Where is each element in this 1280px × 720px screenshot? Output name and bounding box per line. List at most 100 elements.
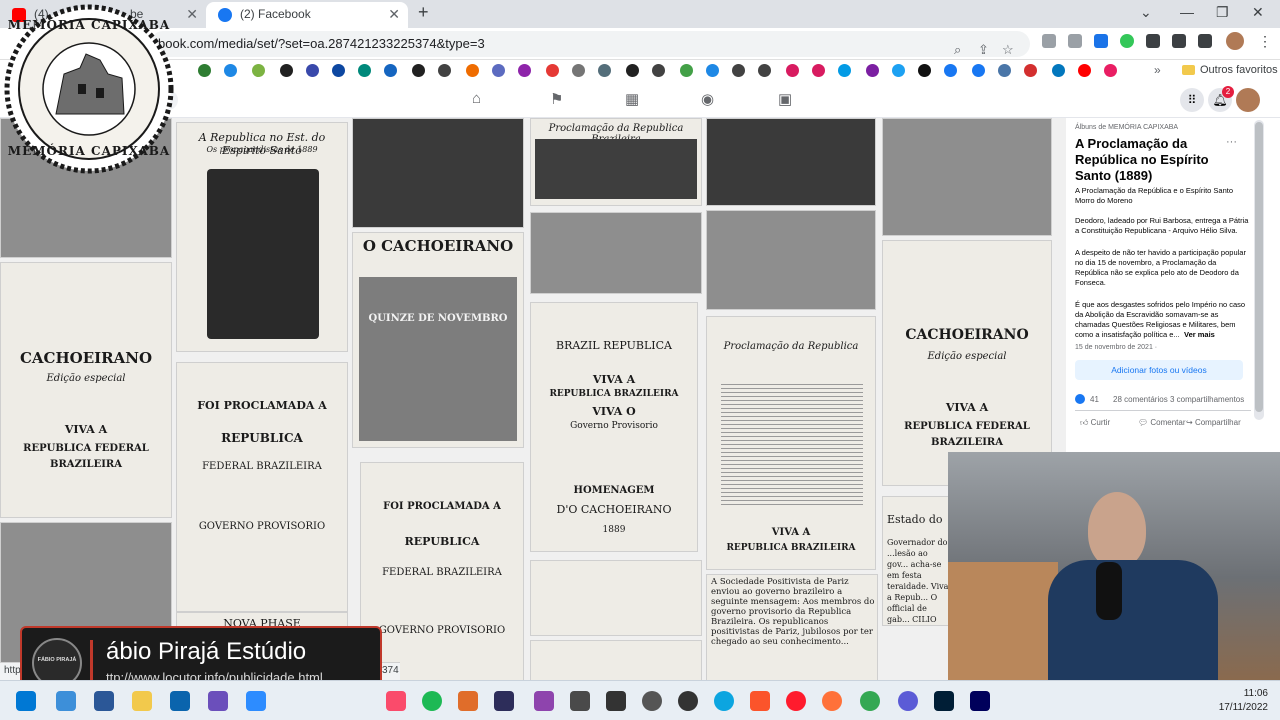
avatar[interactable] (1236, 88, 1260, 112)
menu-icon[interactable]: ⋮ (1258, 34, 1272, 48)
album-photo[interactable]: FOI PROCLAMADA A REPUBLICA FEDERAL BRAZI… (176, 362, 348, 612)
obs-icon[interactable] (678, 691, 698, 711)
facebook-icon[interactable] (944, 64, 957, 77)
panel-scrollbar[interactable] (1254, 120, 1264, 420)
share-button[interactable]: ↪ Compartilhar (1186, 418, 1241, 427)
bookmark-icon[interactable] (412, 64, 425, 77)
profile-avatar[interactable] (1226, 32, 1244, 50)
bookmark-icon[interactable] (280, 64, 293, 77)
bookmark-icon[interactable] (626, 64, 639, 77)
see-more-link[interactable]: Ver mais (1184, 330, 1215, 339)
album-photo[interactable]: Proclamação da Republica VIVA A REPUBLIC… (706, 316, 876, 570)
windows-icon[interactable] (16, 691, 36, 711)
maximize-icon[interactable]: ❐ (1216, 4, 1229, 21)
album-photo[interactable] (882, 118, 1052, 236)
bookmark-icon[interactable] (252, 64, 265, 77)
twitter-icon[interactable] (892, 64, 905, 77)
tool-icon[interactable] (606, 691, 626, 711)
reaction-count[interactable]: 41 (1090, 395, 1099, 404)
bookmark-icon[interactable] (332, 64, 345, 77)
itunes-icon[interactable] (386, 691, 406, 711)
vk-icon[interactable] (998, 64, 1011, 77)
edge-icon[interactable] (714, 691, 734, 711)
new-tab-button[interactable]: + (418, 2, 429, 23)
share-count[interactable]: 3 compartilhamentos (1170, 395, 1244, 404)
window-close-icon[interactable]: ✕ (1252, 4, 1264, 21)
chrome-icon[interactable] (860, 691, 880, 711)
extension-icon[interactable] (1120, 34, 1134, 48)
flag-icon[interactable]: ⚑ (550, 90, 563, 108)
tiktok-icon[interactable] (918, 64, 931, 77)
album-photo[interactable] (530, 212, 702, 294)
scrollbar-thumb[interactable] (1255, 122, 1263, 412)
close-icon[interactable]: ✕ (388, 2, 400, 26)
folder-icon[interactable] (132, 691, 152, 711)
puzzle-icon[interactable] (1146, 34, 1160, 48)
extension-icon[interactable] (1094, 34, 1108, 48)
bookmark-icon[interactable] (438, 64, 451, 77)
bookmark-icon[interactable] (198, 64, 211, 77)
youtube-icon[interactable] (1078, 64, 1091, 77)
close-icon[interactable]: ✕ (186, 2, 198, 26)
album-photo[interactable]: CACHOEIRANO Edição especial VIVA A REPUB… (0, 262, 172, 518)
minimize-icon[interactable]: — (1180, 4, 1194, 20)
album-photo[interactable] (530, 560, 702, 636)
bookmark-icon[interactable] (1024, 64, 1037, 77)
bookmarks-overflow-icon[interactable]: » (1154, 63, 1161, 77)
instagram-icon[interactable] (786, 64, 799, 77)
menu-grid-icon[interactable]: ⠿ (1180, 88, 1204, 112)
telegram-icon[interactable] (838, 64, 851, 77)
album-photo[interactable]: Estado do Governador do ...lesão ao gov.… (882, 496, 950, 626)
media-icon[interactable] (208, 691, 228, 711)
bookmark-icon[interactable] (224, 64, 237, 77)
album-photo[interactable]: FOI PROCLAMADA A REPUBLICA FEDERAL BRAZI… (360, 462, 524, 680)
facebook-icon[interactable] (972, 64, 985, 77)
bookmark-icon[interactable] (758, 64, 771, 77)
tool-icon[interactable] (570, 691, 590, 711)
like-button[interactable]: 👍︎ Curtir (1080, 418, 1110, 428)
bookmark-icon[interactable] (358, 64, 371, 77)
groups-icon[interactable]: ◉ (701, 90, 714, 108)
album-photo[interactable]: A Republica no Est. do Espirito Santo Os… (176, 122, 348, 352)
bookmarks-folder[interactable]: Outros favoritos (1200, 64, 1278, 76)
comment-count[interactable]: 28 comentários (1113, 395, 1168, 404)
system-clock[interactable]: 11:06 17/11/2022 (1219, 687, 1268, 715)
media-control-icon[interactable] (1172, 34, 1186, 48)
photoshop-icon[interactable] (934, 691, 954, 711)
bookmark-icon[interactable] (492, 64, 505, 77)
vegas-icon[interactable] (898, 691, 918, 711)
spotify-icon[interactable] (422, 691, 442, 711)
bookmark-icon[interactable] (466, 64, 479, 77)
album-photo[interactable]: O CACHOEIRANO QUINZE DE NOVEMBRO (352, 232, 524, 448)
firefox-icon[interactable] (822, 691, 842, 711)
bookmark-icon[interactable] (652, 64, 665, 77)
bookmark-icon[interactable] (680, 64, 693, 77)
post-date[interactable]: 15 de novembro de 2021 · (1075, 344, 1157, 351)
bookmark-icon[interactable] (546, 64, 559, 77)
opera-icon[interactable] (786, 691, 806, 711)
album-photo[interactable]: A Sociedade Positivista de Pariz enviou … (706, 574, 878, 680)
home-icon[interactable]: ⌂ (472, 90, 481, 107)
extension-icon[interactable] (1068, 34, 1082, 48)
explorer-icon[interactable] (56, 691, 76, 711)
bookmark-icon[interactable] (1104, 64, 1117, 77)
davinci-icon[interactable] (642, 691, 662, 711)
bookmark-icon[interactable] (706, 64, 719, 77)
bookmark-icon[interactable] (866, 64, 879, 77)
album-photo[interactable] (706, 118, 876, 206)
album-owner-link[interactable]: Álbuns de MEMÓRIA CAPIXABA (1075, 124, 1178, 131)
bookmark-icon[interactable] (572, 64, 585, 77)
extension-icon[interactable] (1042, 34, 1056, 48)
instagram-icon[interactable] (812, 64, 825, 77)
add-photos-button[interactable]: Adicionar fotos ou vídeos (1075, 360, 1243, 380)
album-photo[interactable]: CACHOEIRANO Edição especial VIVA A REPUB… (882, 240, 1052, 486)
more-options-icon[interactable]: ··· (1226, 136, 1237, 148)
winamp-icon[interactable] (458, 691, 478, 711)
audition-icon[interactable] (970, 691, 990, 711)
album-photo[interactable] (530, 640, 702, 680)
zoom-icon[interactable] (246, 691, 266, 711)
linkedin-icon[interactable] (1052, 64, 1065, 77)
tool-icon[interactable] (534, 691, 554, 711)
album-photo[interactable] (706, 210, 876, 310)
album-photo[interactable] (352, 118, 524, 228)
